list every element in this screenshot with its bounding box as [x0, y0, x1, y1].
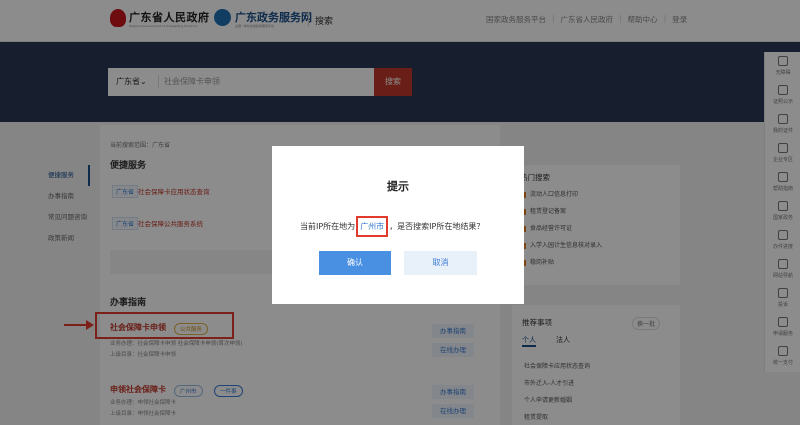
dialog-message: 当前IP所在地为 广州市 ，是否搜索IP所在地结果？ — [300, 216, 530, 237]
confirm-button[interactable]: 确认 — [319, 251, 391, 275]
dialog-text-before: 当前IP所在地为 — [300, 222, 356, 231]
cancel-button[interactable]: 取消 — [404, 251, 477, 275]
dialog-text-after: ，是否搜索IP所在地结果？ — [389, 222, 485, 231]
ip-location-dialog: 提示 当前IP所在地为 广州市 ，是否搜索IP所在地结果？ 确认 取消 — [272, 146, 524, 304]
dialog-title: 提示 — [387, 180, 409, 193]
city-highlight: 广州市 — [356, 216, 389, 237]
